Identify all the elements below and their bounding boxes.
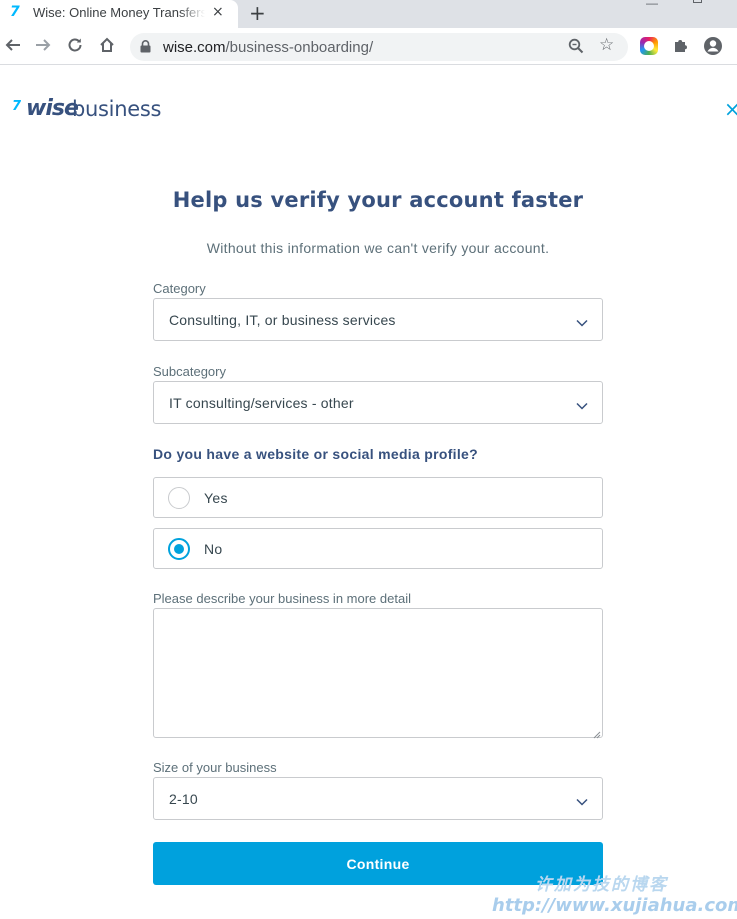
reload-icon[interactable] [64,34,86,56]
forward-arrow-icon[interactable] [32,34,54,56]
wise-flag-icon: 7 [12,99,22,114]
chevron-down-icon [576,397,588,415]
resize-grip-icon[interactable] [591,726,601,744]
url-host: wise.com [163,39,226,56]
close-icon[interactable]: × [724,97,737,121]
color-extension-icon[interactable] [640,37,658,55]
radio-option-no[interactable]: No [153,528,603,569]
chevron-down-icon [576,793,588,811]
subcategory-select[interactable]: IT consulting/services - other [153,381,603,424]
url-text[interactable]: wise.com/business-onboarding/ [163,39,373,56]
window-minimize-icon[interactable]: — [646,0,658,10]
tab-title: Wise: Online Money Transfers [33,5,205,20]
subcategory-value: IT consulting/services - other [169,395,354,411]
tab-close-icon[interactable]: × [212,4,224,20]
profile-icon[interactable] [703,36,723,61]
browser-tab[interactable]: 7 Wise: Online Money Transfers × [0,0,238,28]
radio-unchecked-icon[interactable] [168,487,190,509]
business-size-label: Size of your business [153,760,277,775]
page-subtitle: Without this information we can't verify… [206,240,550,256]
home-icon[interactable] [96,34,118,56]
address-bar[interactable]: wise.com/business-onboarding/ ☆ [130,33,628,61]
description-textarea[interactable] [153,608,603,738]
lock-icon[interactable] [140,40,151,58]
radio-label-yes: Yes [204,490,228,506]
website-question: Do you have a website or social media pr… [153,446,478,462]
url-path: /business-onboarding/ [225,39,374,56]
back-arrow-icon[interactable] [2,34,24,56]
wise-favicon-icon: 7 [10,4,20,20]
chevron-down-icon [576,314,588,332]
logo-business-text: business [72,97,162,121]
browser-toolbar: wise.com/business-onboarding/ ☆ [0,28,737,65]
category-label: Category [153,281,206,296]
description-label: Please describe your business in more de… [153,591,411,606]
radio-option-yes[interactable]: Yes [153,477,603,518]
logo-wise-text: wise [26,96,79,121]
business-size-value: 2-10 [169,791,198,807]
category-value: Consulting, IT, or business services [169,312,396,328]
page-title: Help us verify your account faster [172,188,584,212]
bookmark-star-icon[interactable]: ☆ [599,35,614,55]
radio-checked-icon[interactable] [168,538,190,560]
watermark-url-text: http://www.xujiahua.com [492,895,737,916]
zoom-icon[interactable] [568,38,584,59]
browser-tab-strip: 7 Wise: Online Money Transfers × + — [0,0,737,28]
new-tab-icon[interactable]: + [249,1,266,25]
watermark-chinese-text: 许加为技的博客 [535,875,668,895]
radio-label-no: No [204,541,223,557]
window-maximize-icon[interactable] [693,0,702,3]
business-size-select[interactable]: 2-10 [153,777,603,820]
extensions-puzzle-icon[interactable] [672,36,690,59]
category-select[interactable]: Consulting, IT, or business services [153,298,603,341]
subcategory-label: Subcategory [153,364,226,379]
